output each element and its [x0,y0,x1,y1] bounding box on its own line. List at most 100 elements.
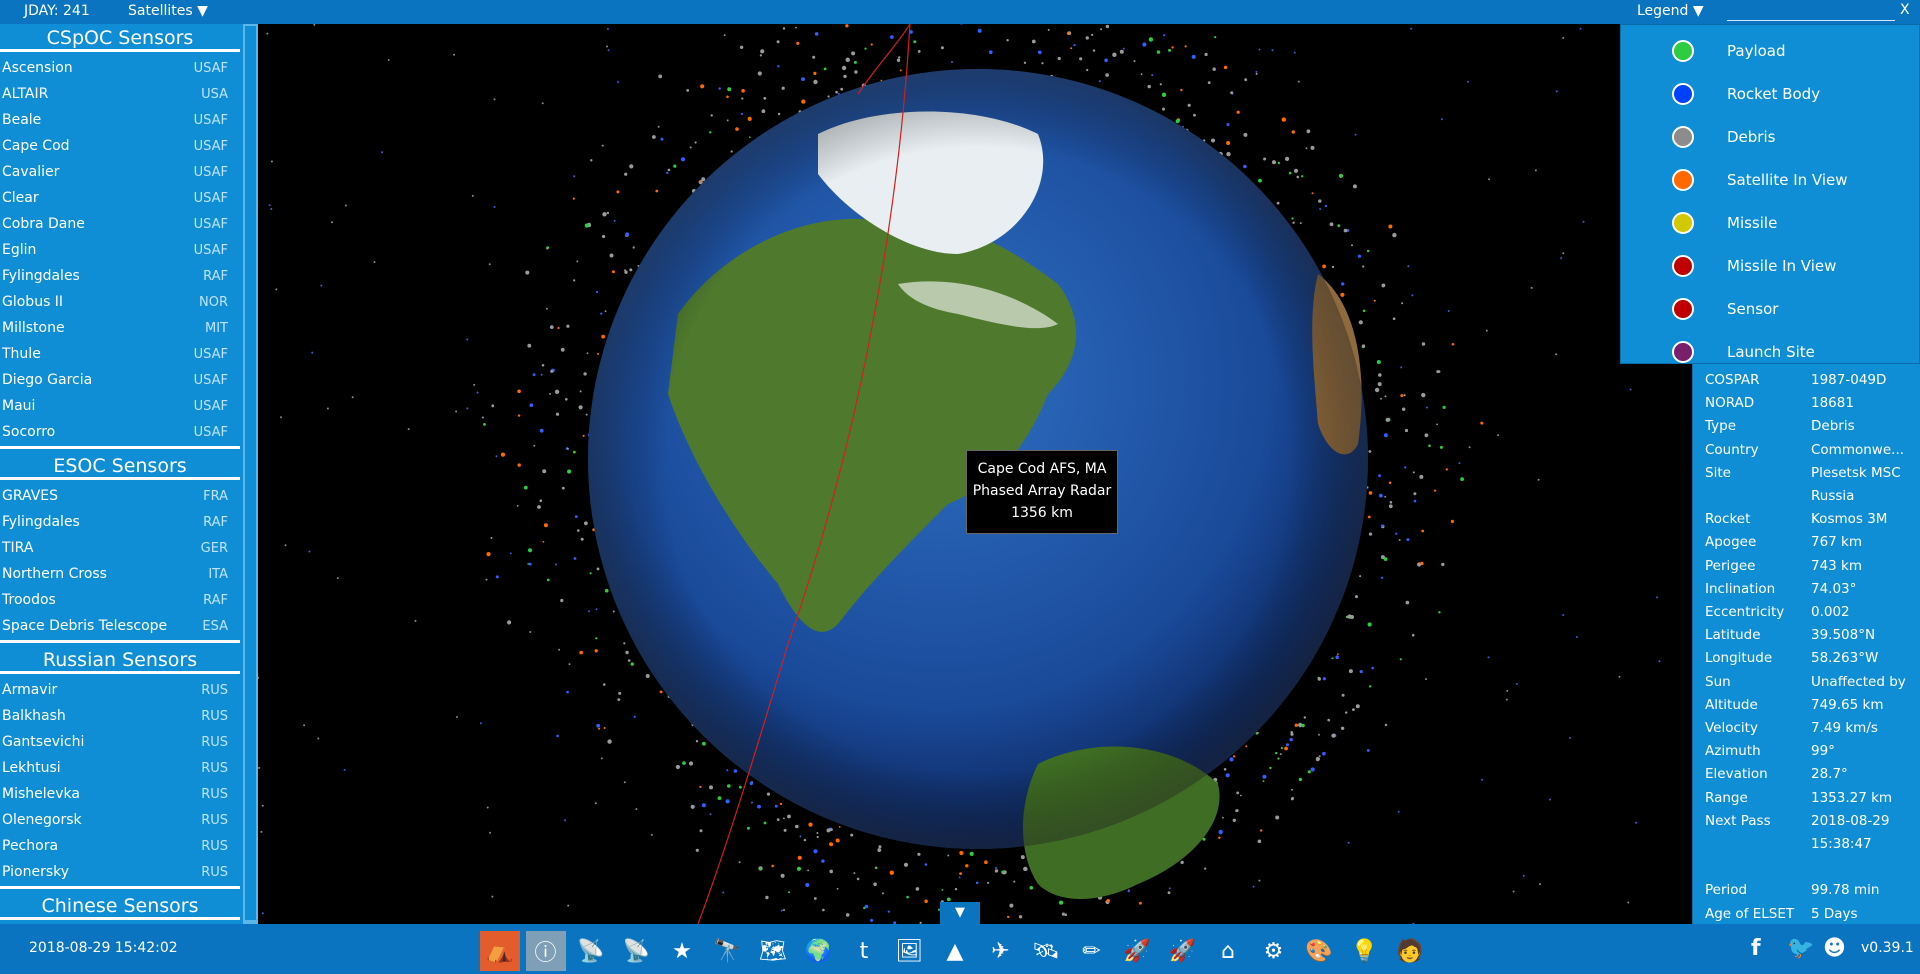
drone-icon[interactable]: ✈ [981,931,1021,971]
satellite-dot [1286,743,1289,747]
sensor-item[interactable]: Armavir RUS [0,677,240,703]
sensor-scrollbar[interactable] [243,24,258,924]
globe-canvas[interactable] [258,24,1662,924]
satellite-dot [466,338,469,341]
star-icon[interactable]: ★ [662,931,702,971]
satellite-dot [1404,466,1407,469]
satellite-dot [607,739,612,744]
collapse-menu-button[interactable]: ▼ [940,902,980,924]
twitter-circle-icon[interactable]: t [844,931,884,971]
reddit-icon[interactable]: ☻ [1823,936,1846,961]
legend-item[interactable]: Missile In View [1621,245,1920,287]
sensor-item[interactable]: Clear USAF [0,185,240,211]
info-icon[interactable]: ⓘ [525,931,566,971]
sensor-item[interactable]: Globus II NOR [0,289,240,315]
sensor-item[interactable]: Northern Cross ITA [0,561,240,587]
sensor-country: ITA [208,566,228,582]
twitter-icon[interactable]: 🐦 [1787,936,1814,961]
sensor-item[interactable]: Space Debris Telescope ESA [0,613,240,639]
sensor-item[interactable]: Balkhash RUS [0,703,240,729]
satellite-dot [1358,320,1363,325]
astronaut-icon[interactable]: 🧑 [1390,931,1430,971]
satellite-dot [1290,731,1293,734]
sensor-item[interactable]: Diego Garcia USAF [0,367,240,393]
facebook-icon[interactable]: f [1751,936,1761,961]
sensor-item[interactable]: Cobra Dane USAF [0,211,240,237]
satellite-dot [1057,56,1061,61]
sensor-item[interactable]: Fylingdales RAF [0,263,240,289]
photo-icon[interactable]: 🖼 [890,931,930,971]
legend-item[interactable]: Debris [1621,116,1920,158]
sensor-item[interactable]: Cape Cod USAF [0,133,240,159]
satellite-dot [1276,201,1280,205]
sensor-item[interactable]: Pechora RUS [0,833,240,859]
sensor-country: USAF [193,216,228,232]
legend-item[interactable]: Rocket Body [1621,73,1920,115]
info-value: 74.03° [1811,580,1857,597]
pencil-icon[interactable]: ✏ [1072,931,1112,971]
sensor-name: Fylingdales [2,514,80,530]
legend-item[interactable]: Payload [1621,30,1920,72]
sensor-item[interactable]: ALTAIR USA [0,81,240,107]
sensor-item[interactable]: Cavalier USAF [0,159,240,185]
satellite-dot [675,764,680,770]
satellite-dot [699,829,703,833]
legend-item[interactable]: Missile [1621,202,1920,244]
map-icon[interactable]: 🗺 [753,931,793,971]
close-search-button[interactable]: X [1900,2,1910,18]
missile-icon[interactable]: ▲ [935,931,975,971]
rocket-red-icon[interactable]: 🚀 [1163,931,1203,971]
satellite-dot [1378,474,1381,478]
satellite-dot [1451,343,1455,346]
globe-icon[interactable]: 🌍 [799,931,839,971]
satellite-dot [1275,751,1278,755]
legend-item[interactable]: Sensor [1621,288,1920,330]
satellite-dot [1168,887,1171,890]
telescope-icon[interactable]: 🔭 [708,931,748,971]
radar-icon[interactable]: 📡 [571,931,611,971]
globe-viewport[interactable]: Cape Cod AFS, MA Phased Array Radar 1356… [258,24,1662,924]
satellite-dot [528,548,532,553]
sensor-item[interactable]: Gantsevichi RUS [0,729,240,755]
satellite-dot [977,28,982,33]
sensor-item[interactable]: Eglin USAF [0,237,240,263]
sensor-item[interactable]: Millstone MIT [0,315,240,341]
rocket-icon[interactable]: 🚀 [1117,931,1157,971]
satellite-dot [1187,103,1191,107]
dish-icon[interactable]: 📡 [617,931,657,971]
sensor-item[interactable]: Beale USAF [0,107,240,133]
satellite-icon[interactable]: 🛰 [1026,931,1066,971]
palette-icon[interactable]: 🎨 [1299,931,1339,971]
satellite-dot [1318,199,1322,203]
datetime-display[interactable]: 2018-08-29 15:42:02 [29,940,178,956]
sensor-item[interactable]: Thule USAF [0,341,240,367]
satellite-dot [603,727,606,729]
sensor-item[interactable]: Maui USAF [0,393,240,419]
sensor-item[interactable]: Lekhtusi RUS [0,755,240,781]
sensor-country: RUS [201,838,228,854]
sensor-item[interactable]: Ascension USAF [0,55,240,81]
scrollbar-thumb[interactable] [245,26,256,920]
satellites-menu[interactable]: Satellites ▼ [128,3,208,19]
sensor-item[interactable]: Mishelevka RUS [0,781,240,807]
legend-label: Missile [1727,214,1778,232]
satellite-dot [796,41,800,45]
observatory-icon[interactable]: ⌂ [1208,931,1248,971]
lightbulb-icon[interactable]: 💡 [1345,931,1385,971]
info-row: NORAD 18681 [1705,395,1915,418]
sensor-item[interactable]: TIRA GER [0,535,240,561]
sensor-item[interactable]: Troodos RAF [0,587,240,613]
legend-menu[interactable]: Legend ▼ [1637,3,1704,19]
satellite-dot [987,881,990,884]
search-input[interactable] [1727,2,1895,21]
sensor-item[interactable]: Pionersky RUS [0,859,240,885]
sensor-list-icon[interactable]: ⛺ [480,931,520,971]
sensor-item[interactable]: Fylingdales RAF [0,509,240,535]
legend-item[interactable]: Satellite In View [1621,159,1920,201]
satellite-dot [1412,471,1415,474]
satellite-dot [958,876,961,879]
sensor-item[interactable]: GRAVES FRA [0,483,240,509]
sensor-item[interactable]: Socorro USAF [0,419,240,445]
gear-icon[interactable]: ⚙ [1254,931,1294,971]
sensor-item[interactable]: Olenegorsk RUS [0,807,240,833]
